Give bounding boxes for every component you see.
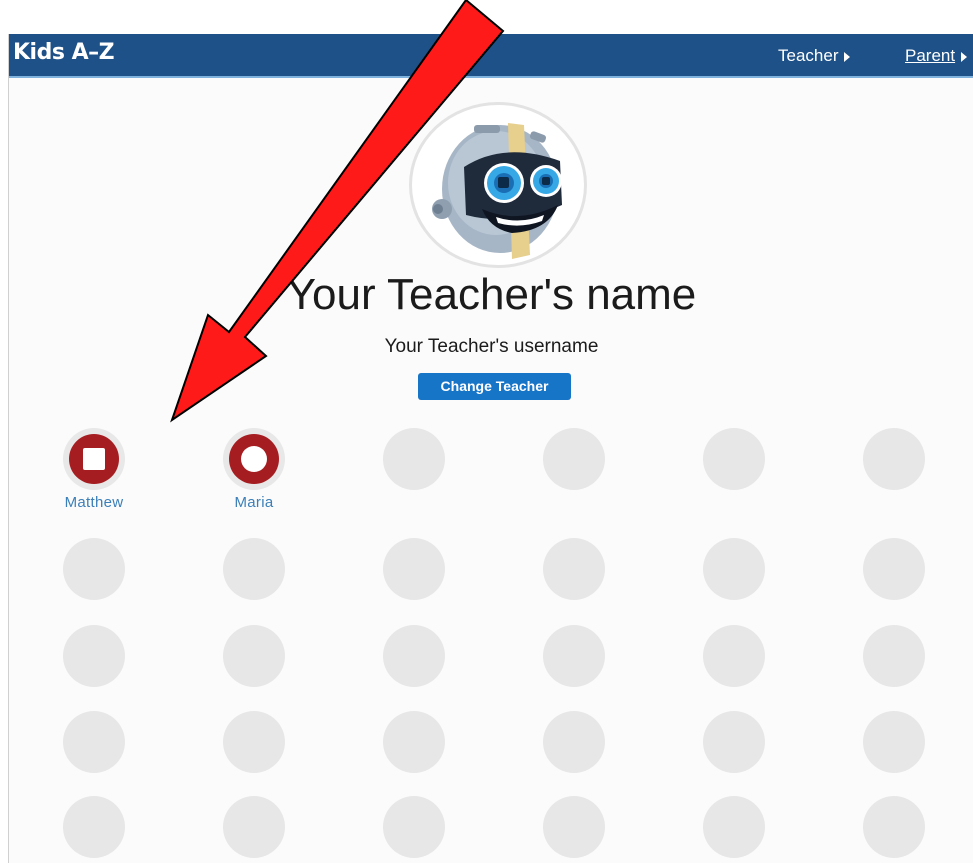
empty-student-slot bbox=[519, 711, 629, 773]
empty-avatar-placeholder bbox=[383, 796, 445, 858]
empty-avatar-placeholder bbox=[703, 428, 765, 490]
empty-student-slot bbox=[519, 428, 629, 490]
teacher-avatar bbox=[409, 102, 587, 268]
empty-avatar-placeholder bbox=[863, 625, 925, 687]
empty-avatar-placeholder bbox=[63, 711, 125, 773]
empty-student-slot bbox=[39, 538, 149, 600]
empty-student-slot bbox=[199, 796, 309, 858]
teacher-nav-label: Teacher bbox=[778, 46, 839, 65]
empty-avatar-placeholder bbox=[703, 796, 765, 858]
empty-avatar-placeholder bbox=[543, 428, 605, 490]
student-name: Maria bbox=[234, 494, 274, 511]
square-icon bbox=[83, 448, 105, 470]
top-bar: Kids A–Z Teacher Parent bbox=[9, 34, 973, 78]
student-symbol-badge bbox=[69, 434, 119, 484]
caret-right-icon bbox=[844, 51, 851, 62]
student-name: Matthew bbox=[64, 494, 124, 511]
empty-avatar-placeholder bbox=[383, 538, 445, 600]
empty-avatar-placeholder bbox=[863, 711, 925, 773]
empty-student-slot bbox=[359, 625, 469, 687]
empty-student-slot bbox=[519, 796, 629, 858]
empty-student-slot bbox=[359, 796, 469, 858]
empty-avatar-placeholder bbox=[223, 711, 285, 773]
student-avatar bbox=[63, 428, 125, 490]
empty-avatar-placeholder bbox=[63, 538, 125, 600]
empty-student-slot bbox=[519, 538, 629, 600]
empty-avatar-placeholder bbox=[543, 711, 605, 773]
empty-avatar-placeholder bbox=[863, 796, 925, 858]
empty-avatar-placeholder bbox=[223, 796, 285, 858]
empty-student-slot bbox=[39, 711, 149, 773]
empty-student-slot bbox=[199, 625, 309, 687]
robot-avatar-icon bbox=[426, 113, 570, 259]
empty-avatar-placeholder bbox=[223, 538, 285, 600]
teacher-nav-link[interactable]: Teacher bbox=[778, 46, 851, 66]
empty-student-slot bbox=[359, 428, 469, 490]
empty-student-slot bbox=[359, 538, 469, 600]
student-tile-matthew[interactable]: Matthew bbox=[39, 428, 149, 511]
parent-nav-link[interactable]: Parent bbox=[905, 46, 968, 66]
circle-icon bbox=[241, 446, 267, 472]
empty-avatar-placeholder bbox=[863, 538, 925, 600]
empty-student-slot bbox=[519, 625, 629, 687]
empty-student-slot bbox=[679, 428, 789, 490]
empty-student-slot bbox=[679, 538, 789, 600]
empty-avatar-placeholder bbox=[703, 538, 765, 600]
empty-avatar-placeholder bbox=[63, 625, 125, 687]
student-symbol-badge bbox=[229, 434, 279, 484]
empty-student-slot bbox=[839, 711, 949, 773]
caret-right-icon bbox=[961, 51, 968, 62]
empty-student-slot bbox=[839, 625, 949, 687]
empty-avatar-placeholder bbox=[383, 625, 445, 687]
teacher-name: Your Teacher's name bbox=[286, 270, 697, 319]
kids-az-logo[interactable]: Kids A–Z bbox=[13, 40, 115, 65]
empty-avatar-placeholder bbox=[863, 428, 925, 490]
empty-student-slot bbox=[359, 711, 469, 773]
empty-avatar-placeholder bbox=[383, 428, 445, 490]
empty-avatar-placeholder bbox=[703, 711, 765, 773]
parent-nav-label: Parent bbox=[905, 46, 956, 65]
empty-avatar-placeholder bbox=[383, 711, 445, 773]
empty-student-slot bbox=[839, 796, 949, 858]
empty-avatar-placeholder bbox=[543, 538, 605, 600]
student-tile-maria[interactable]: Maria bbox=[199, 428, 309, 511]
empty-avatar-placeholder bbox=[703, 625, 765, 687]
empty-student-slot bbox=[199, 711, 309, 773]
empty-student-slot bbox=[39, 796, 149, 858]
empty-student-slot bbox=[839, 538, 949, 600]
change-teacher-button[interactable]: Change Teacher bbox=[418, 373, 571, 400]
app-frame: Kids A–Z Teacher Parent Your Teacher's n… bbox=[8, 34, 973, 863]
student-avatar bbox=[223, 428, 285, 490]
empty-student-slot bbox=[679, 796, 789, 858]
empty-avatar-placeholder bbox=[543, 625, 605, 687]
empty-avatar-placeholder bbox=[223, 625, 285, 687]
empty-student-slot bbox=[39, 625, 149, 687]
empty-student-slot bbox=[679, 711, 789, 773]
empty-student-slot bbox=[679, 625, 789, 687]
empty-student-slot bbox=[839, 428, 949, 490]
empty-avatar-placeholder bbox=[543, 796, 605, 858]
empty-student-slot bbox=[199, 538, 309, 600]
teacher-username: Your Teacher's username bbox=[384, 336, 599, 357]
empty-avatar-placeholder bbox=[63, 796, 125, 858]
